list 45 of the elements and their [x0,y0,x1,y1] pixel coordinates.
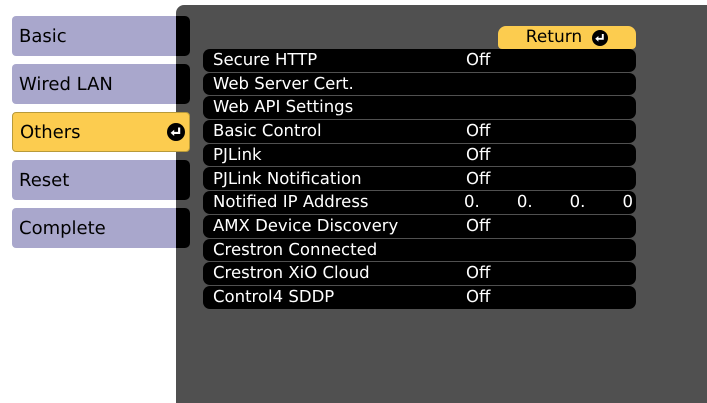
setting-value: Off [466,288,490,306]
setting-row[interactable]: Notified IP Address 0. 0. 0. 0 [203,191,636,214]
tab[interactable]: Wired LAN [12,64,176,104]
setting-label: Control4 SDDP [213,288,336,306]
setting-label: Notified IP Address [213,194,370,211]
ip-octet: 0. [516,194,533,211]
setting-row[interactable]: PJLink Notification Off [203,167,636,190]
enter-icon [592,30,608,46]
setting-label: Web API Settings [213,99,354,116]
setting-row[interactable]: AMX Device Discovery Off [203,214,636,238]
setting-label: Crestron Connected [213,242,378,258]
setting-label: Secure HTTP [213,52,318,69]
setting-row[interactable]: Web Server Cert. [203,72,636,96]
setting-row[interactable]: Control4 SDDP Off [203,286,636,309]
setting-row[interactable]: Crestron Connected [203,238,636,262]
ip-octet: 0. [570,194,586,211]
setting-value: Off [466,123,490,140]
setting-label: PJLink Notification [213,170,363,188]
setting-label: Web Server Cert. [213,76,355,92]
tab-edge [176,208,190,248]
setting-row[interactable]: Web API Settings [203,96,636,120]
ip-octet: 0 [622,194,633,211]
return-button[interactable]: Return [498,26,636,49]
setting-row[interactable]: Crestron XiO Cloud Off [203,262,636,285]
setting-value: Off [466,146,490,164]
tab-edge [176,160,190,200]
setting-label: AMX Device Discovery [213,218,400,234]
setting-label: PJLink [213,146,263,164]
setting-label: Crestron XiO Cloud [213,265,371,282]
tab[interactable]: Reset [12,160,176,200]
setting-value: Off [466,265,490,282]
ip-octet: 0. [464,194,480,211]
enter-icon [167,123,185,141]
setting-value: Off [466,218,490,234]
setting-value: Off [466,52,490,69]
tab[interactable]: Basic [12,16,176,56]
setting-row[interactable]: Basic Control Off [203,120,636,143]
setting-label: Basic Control [213,123,323,140]
tab-edge [176,16,190,56]
setting-row[interactable]: PJLink Off [203,144,636,166]
setting-row[interactable]: Secure HTTP Off [203,49,636,72]
tab[interactable]: Others [12,112,190,152]
setting-value: Off [466,170,490,188]
tab-edge [176,64,190,104]
tab[interactable]: Complete [12,208,176,248]
